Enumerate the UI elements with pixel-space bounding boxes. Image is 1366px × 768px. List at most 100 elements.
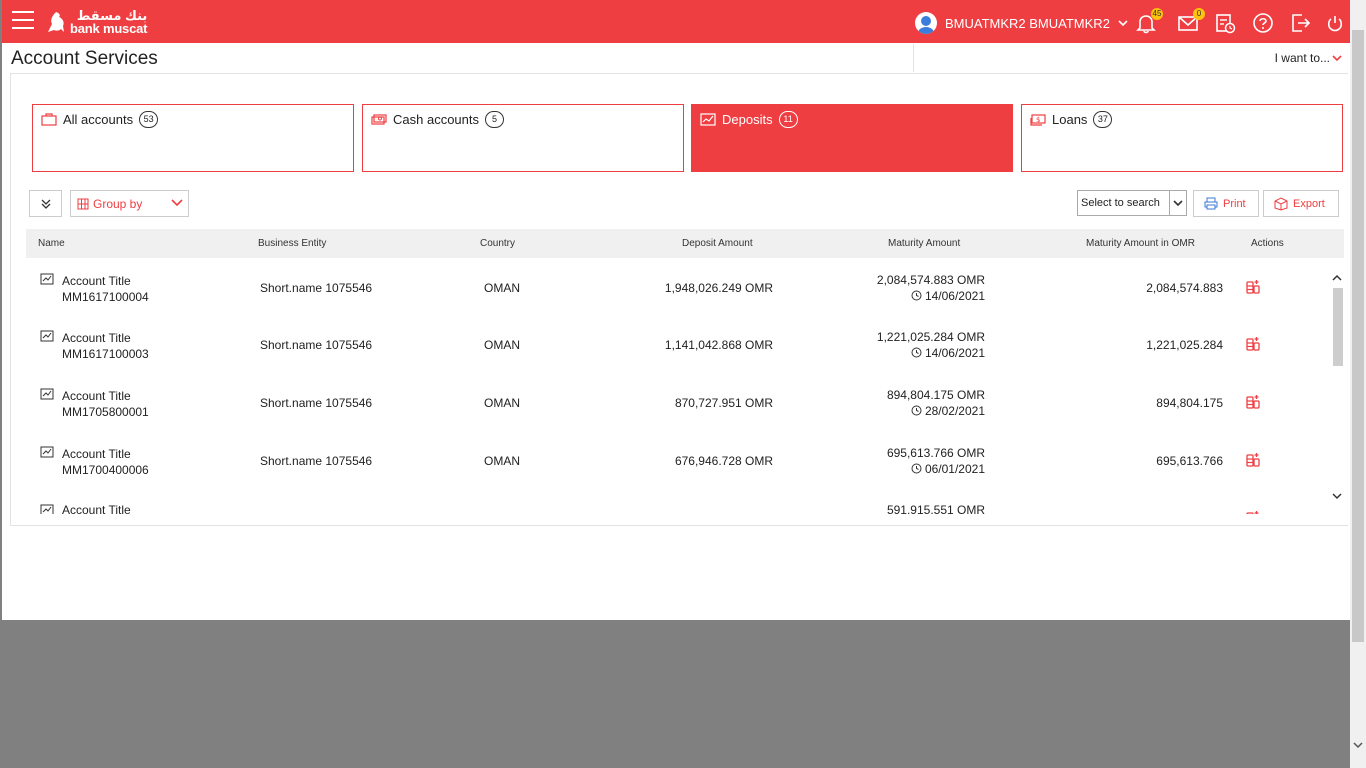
logout-button[interactable] — [1289, 12, 1311, 34]
print-label: Print — [1223, 197, 1246, 210]
column-header-deposit-amount[interactable]: Deposit Amount — [682, 238, 753, 249]
table-row[interactable]: Account Title MM1617100004 Short.name 10… — [26, 271, 1326, 329]
scheduled-transactions-button[interactable] — [1214, 12, 1236, 34]
notifications-button[interactable]: 45 — [1135, 8, 1163, 34]
row-actions[interactable] — [1245, 452, 1261, 471]
i-want-to-label: I want to... — [1274, 51, 1330, 65]
business-entity-cell: Short.name 1075546 — [260, 281, 373, 295]
export-box-icon — [1274, 196, 1288, 211]
coins-action-icon[interactable] — [1245, 336, 1261, 352]
search-select[interactable]: Select to search — [1077, 190, 1187, 216]
maturity-amount-omr-cell: 1,221,025.284 — [1146, 338, 1223, 352]
export-button[interactable]: Export — [1263, 190, 1339, 217]
maturity-date-line: 14/06/2021 — [877, 345, 985, 361]
column-header-maturity-amount[interactable]: Maturity Amount — [888, 238, 960, 249]
page-scrollbar[interactable] — [1350, 0, 1366, 768]
account-title: Account Title — [62, 331, 131, 345]
printer-icon — [1204, 197, 1218, 210]
table-row[interactable]: Account Title MM1617100003 Short.name 10… — [26, 328, 1326, 386]
maturity-date-line: 28/02/2021 — [887, 403, 985, 419]
account-name-cell[interactable]: Account Title MM1617100004 — [62, 273, 149, 305]
coins-action-icon[interactable] — [1245, 279, 1261, 295]
page-scrollbar-thumb[interactable] — [1352, 30, 1364, 642]
tab-count-badge: 11 — [778, 111, 798, 128]
table-row[interactable]: Account Title 591,915.551 OMR — [26, 502, 1326, 514]
maturity-amount: 894,804.175 OMR — [886, 388, 985, 402]
chevron-down-icon — [1332, 54, 1342, 61]
hamburger-menu-icon[interactable] — [12, 11, 34, 31]
tab-deposits[interactable]: Deposits 11 — [691, 104, 1013, 172]
group-by-dropdown[interactable]: Group by — [70, 190, 189, 217]
maturity-amount-cell: 695,613.766 OMR 06/01/2021 — [887, 445, 985, 477]
maturity-amount: 591,915.551 OMR — [886, 503, 985, 514]
brand-name-english: bank muscat — [70, 21, 148, 36]
select-caret — [1169, 191, 1186, 215]
messages-button[interactable]: 0 — [1177, 8, 1205, 34]
cash-icon — [371, 114, 387, 125]
table-scrollbar-thumb[interactable] — [1333, 288, 1343, 366]
business-entity-cell: Short.name 1075546 — [260, 454, 373, 468]
maturity-amount-omr-cell: 894,804.175 — [1156, 396, 1223, 410]
maturity-amount: 2,084,574.883 OMR — [876, 273, 985, 287]
deposits-table-body: Account Title MM1617100004 Short.name 10… — [26, 259, 1344, 514]
tab-cash-accounts[interactable]: Cash accounts 5 — [362, 104, 684, 172]
coins-action-icon[interactable] — [1245, 452, 1261, 468]
column-header-maturity-amount-omr[interactable]: Maturity Amount in OMR — [1086, 238, 1195, 249]
tab-count-badge: 37 — [1093, 111, 1113, 128]
deposit-amount-cell: 676,946.728 OMR — [674, 454, 773, 468]
row-actions[interactable] — [1245, 336, 1261, 355]
account-name-cell[interactable]: Account Title MM1700400006 — [62, 446, 149, 478]
svg-text:$: $ — [1036, 116, 1040, 124]
tab-all-accounts[interactable]: All accounts 53 — [32, 104, 354, 172]
account-name-cell[interactable]: Account Title MM1705800001 — [62, 388, 149, 420]
row-actions[interactable] — [1245, 394, 1261, 413]
table-row[interactable]: Account Title MM1705800001 Short.name 10… — [26, 386, 1326, 444]
maturity-amount: 695,613.766 OMR — [886, 446, 985, 460]
account-name-cell[interactable]: Account Title MM1617100003 — [62, 330, 149, 362]
chevron-down-icon — [1118, 19, 1128, 26]
power-button[interactable] — [1325, 12, 1347, 34]
account-number: MM1705800001 — [62, 405, 149, 419]
collapse-all-button[interactable] — [29, 190, 62, 217]
print-button[interactable]: Print — [1193, 190, 1259, 217]
table-scrollbar[interactable] — [1330, 266, 1344, 514]
account-name-cell[interactable]: Account Title — [62, 502, 131, 514]
tab-count-badge: 53 — [139, 111, 159, 128]
help-button[interactable] — [1252, 12, 1274, 34]
clock-icon — [911, 463, 922, 474]
row-actions[interactable] — [1245, 279, 1261, 298]
chevron-up-icon[interactable] — [1330, 273, 1344, 283]
deposit-amount-cell: 870,727.951 OMR — [674, 396, 773, 410]
maturity-date-line: 14/06/2021 — [877, 288, 985, 304]
column-header-name[interactable]: Name — [38, 238, 65, 249]
chevron-down-icon — [171, 199, 183, 207]
tab-label: Cash accounts — [393, 112, 479, 127]
chevron-down-icon[interactable] — [1350, 740, 1366, 752]
maturity-date: 14/06/2021 — [924, 346, 985, 360]
user-menu[interactable]: BMUATMKR2 BMUATMKR2 — [915, 12, 1128, 34]
country-cell: OMAN — [484, 338, 520, 352]
deposit-account-icon — [40, 388, 54, 400]
coins-action-icon[interactable] — [1245, 510, 1261, 514]
tab-loans[interactable]: $ Loans 37 — [1021, 104, 1343, 172]
coins-action-icon[interactable] — [1245, 394, 1261, 410]
account-number: MM1617100003 — [62, 347, 149, 361]
table-row[interactable]: Account Title MM1700400006 Short.name 10… — [26, 444, 1326, 502]
country-cell: OMAN — [484, 454, 520, 468]
deposit-account-icon — [40, 446, 54, 458]
column-header-business-entity[interactable]: Business Entity — [258, 238, 326, 249]
column-header-country[interactable]: Country — [480, 238, 515, 249]
clock-icon — [911, 347, 922, 358]
deposit-account-icon — [40, 273, 54, 285]
i-want-to-dropdown[interactable]: I want to... — [1275, 51, 1342, 65]
account-number: MM1700400006 — [62, 463, 149, 477]
bank-logo[interactable]: بنك مسقط bank muscat — [46, 6, 147, 38]
chevron-down-icon[interactable] — [1330, 491, 1344, 501]
logout-icon — [1292, 14, 1311, 32]
maturity-amount-cell: 591,915.551 OMR — [887, 502, 985, 514]
top-bar: بنك مسقط bank muscat BMUATMKR2 BMUATMKR2… — [2, 0, 1350, 43]
clock-icon — [911, 290, 922, 301]
row-actions[interactable] — [1245, 510, 1261, 514]
deposit-amount-cell: 1,141,042.868 OMR — [664, 338, 773, 352]
tab-count-badge: 5 — [485, 111, 504, 128]
